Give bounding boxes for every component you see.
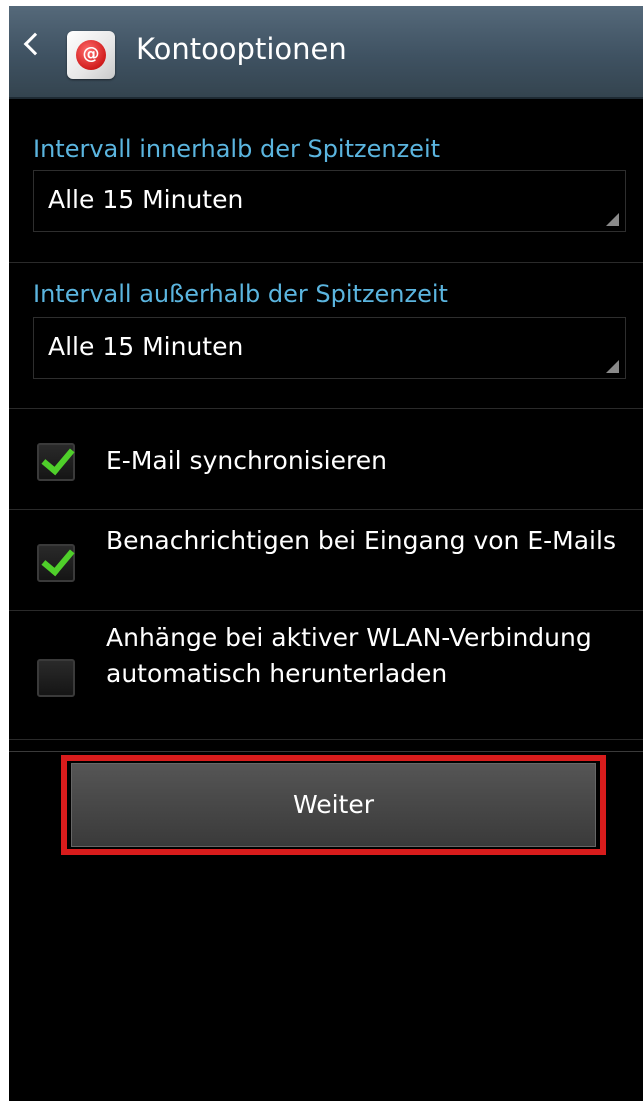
divider	[9, 262, 643, 263]
screen: @ Kontooptionen Intervall innerhalb der …	[9, 6, 643, 1101]
checkbox-attachments-wlan[interactable]	[37, 659, 75, 697]
checkmark-icon	[41, 541, 75, 577]
checkbox-sync-email[interactable]	[37, 440, 75, 481]
spinner-corner-icon	[606, 360, 619, 373]
next-button[interactable]: Weiter	[71, 763, 596, 847]
chevron-left-icon[interactable]	[23, 32, 47, 56]
option-label: E-Mail synchronisieren	[106, 446, 387, 475]
footer-divider	[9, 751, 643, 752]
option-notify[interactable]: Benachrichtigen bei Eingang von E-Mails	[9, 510, 643, 610]
option-sync-email[interactable]: E-Mail synchronisieren	[9, 409, 643, 509]
at-sign-icon: @	[76, 40, 106, 70]
peak-interval-value: Alle 15 Minuten	[48, 185, 244, 214]
action-bar: @ Kontooptionen	[9, 6, 643, 99]
divider	[9, 739, 643, 740]
option-attachments-wlan[interactable]: Anhänge bei aktiver WLAN-Verbindung auto…	[9, 611, 643, 739]
checkbox-notify[interactable]	[37, 541, 75, 582]
option-label: Benachrichtigen bei Eingang von E-Mails	[106, 526, 616, 555]
option-label: Anhänge bei aktiver WLAN-Verbindung auto…	[106, 623, 592, 688]
checkmark-icon	[41, 440, 75, 476]
page-title: Kontooptionen	[136, 32, 347, 66]
email-app-icon: @	[67, 31, 115, 79]
peak-interval-label: Intervall innerhalb der Spitzenzeit	[33, 135, 441, 163]
offpeak-interval-spinner[interactable]: Alle 15 Minuten	[33, 317, 626, 379]
offpeak-interval-label: Intervall außerhalb der Spitzenzeit	[33, 280, 448, 308]
spinner-corner-icon	[606, 213, 619, 226]
offpeak-interval-value: Alle 15 Minuten	[48, 332, 244, 361]
peak-interval-spinner[interactable]: Alle 15 Minuten	[33, 170, 626, 232]
